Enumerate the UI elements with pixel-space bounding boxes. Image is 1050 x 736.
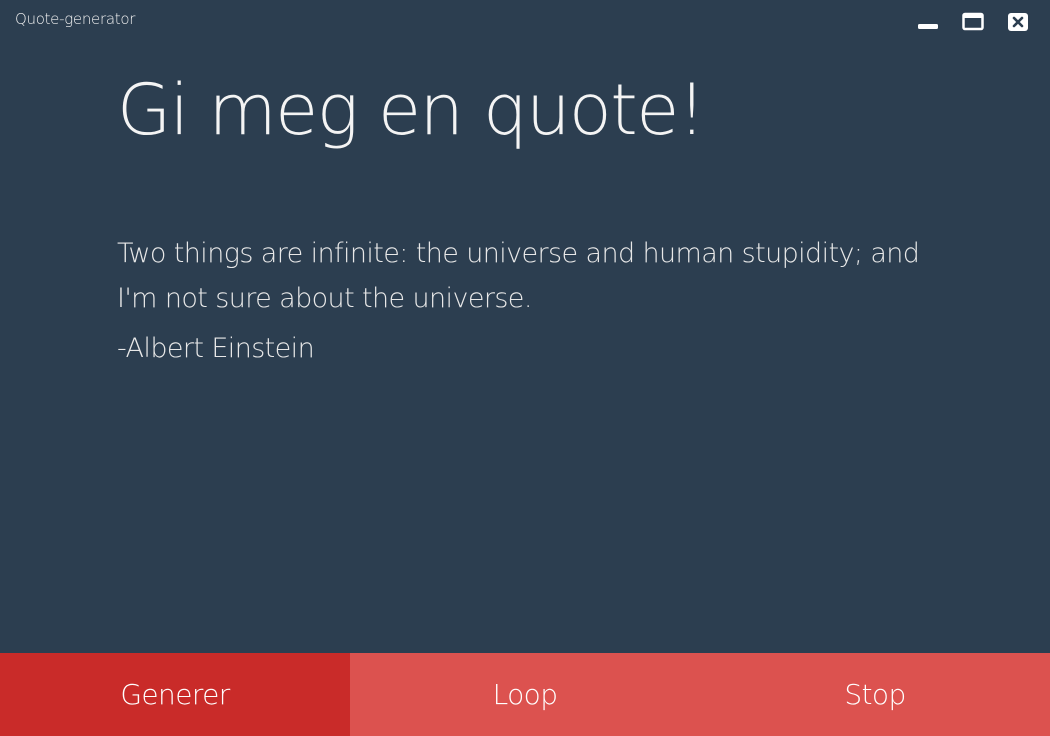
window-controls <box>905 11 1040 33</box>
quote-author: -Albert Einstein <box>117 332 315 364</box>
close-button[interactable] <box>995 11 1040 33</box>
quote-panel: Gi meg en quote! Two things are infinite… <box>117 70 937 364</box>
app-window: Quote-generator Gi meg en quote! Two thi… <box>0 0 1050 736</box>
loop-button[interactable]: Loop <box>350 653 700 736</box>
action-bar: Generer Loop Stop <box>0 653 1050 736</box>
title-bar[interactable]: Quote-generator <box>0 0 1050 40</box>
minimize-button[interactable] <box>905 11 950 33</box>
minimize-icon <box>917 24 938 29</box>
quote-text: Two things are infinite: the universe an… <box>117 237 920 314</box>
page-title: Gi meg en quote! <box>117 69 706 151</box>
close-icon <box>1007 13 1028 31</box>
maximize-icon <box>961 12 984 31</box>
maximize-button[interactable] <box>950 11 995 33</box>
stop-button[interactable]: Stop <box>700 653 1050 736</box>
window-title: Quote-generator <box>15 10 136 28</box>
generate-button[interactable]: Generer <box>0 653 350 736</box>
